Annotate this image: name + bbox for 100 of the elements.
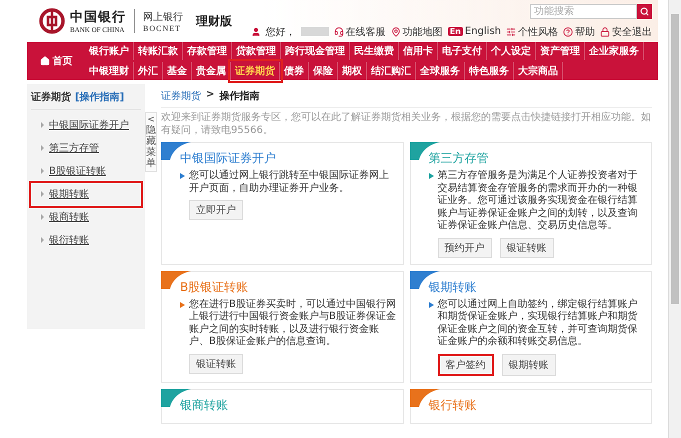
- triangle-icon: [41, 237, 44, 243]
- card-title: B股银证转账: [180, 278, 250, 296]
- nav-item[interactable]: 特色服务: [465, 62, 514, 80]
- nav-item[interactable]: 企业家服务: [585, 42, 644, 60]
- lock-icon: [600, 26, 610, 36]
- nav-item[interactable]: 贵金属: [192, 62, 231, 80]
- nav-item[interactable]: 电子支付: [438, 42, 487, 60]
- triangle-icon: [41, 191, 44, 197]
- card-button[interactable]: 银证转账: [500, 238, 554, 258]
- triangle-icon: [41, 145, 44, 151]
- intro-text: 欢迎来到证券期货服务专区，您可以在此了解证券期货相关业务，根据您的需要点击快捷链接打开相应功能。如有疑问，请致电95566。: [161, 111, 652, 137]
- card-button[interactable]: 立即开户: [189, 200, 243, 220]
- header-link-label: English: [464, 26, 501, 37]
- nav-item[interactable]: 贷款管理: [232, 42, 281, 60]
- header-link[interactable]: 个性风格: [506, 24, 558, 38]
- card-title: 银期转账: [428, 278, 478, 296]
- header-link[interactable]: 功能地图: [390, 24, 443, 38]
- nav-item[interactable]: 中银理财: [85, 62, 134, 80]
- nav-item[interactable]: 大宗商品: [514, 62, 563, 80]
- sidebar-item-label: 银期转账: [49, 188, 89, 201]
- triangle-icon: [41, 214, 44, 220]
- nav-item[interactable]: 存款管理: [183, 42, 232, 60]
- card-description: 您可以通过网上银行跳转至中银国际证券网上开户页面，自助办理证券开户业务。: [189, 170, 390, 195]
- sidebar-title: 证券期货: [31, 90, 71, 104]
- search-icon: [640, 6, 649, 16]
- nav-item[interactable]: 期权: [338, 62, 367, 80]
- sidebar-item[interactable]: 第三方存管: [31, 137, 141, 160]
- scrollbar[interactable]: [668, 0, 681, 438]
- search-field[interactable]: 功能搜索: [530, 4, 637, 18]
- sidebar-item[interactable]: 银商转账: [31, 206, 141, 229]
- home-link[interactable]: 首页: [27, 42, 85, 80]
- card-title: 银商转账: [180, 396, 229, 414]
- product-name-english: BOCNET: [143, 24, 182, 32]
- card-description: 您在进行B股证券买卖时，可以通过中国银行网上银行进行中国银行资金账户与B股证券保证金账户之间的实时转账，以及进行银行资金账户、B股保证金账户的信息查询。: [189, 298, 397, 348]
- search-button[interactable]: [637, 4, 652, 18]
- sidebar-item[interactable]: B股银证转账: [31, 160, 141, 183]
- card-button[interactable]: 预约开户: [438, 238, 492, 258]
- triangle-icon: [41, 122, 44, 128]
- header-link-label: 个性风格: [518, 26, 558, 38]
- sidebar-item-label: B股银证转账: [49, 164, 106, 178]
- breadcrumb-current: 操作指南: [219, 90, 260, 103]
- sidebar-item-label: 第三方存管: [49, 142, 99, 155]
- nav-item[interactable]: 全球服务: [416, 62, 465, 80]
- nav-item[interactable]: 外汇: [134, 62, 163, 80]
- header-link[interactable]: 帮助: [563, 24, 595, 38]
- nav-item[interactable]: 保险: [309, 62, 338, 80]
- nav-item[interactable]: 个人设定: [487, 42, 536, 60]
- sidebar-item-label: 中银国际证券开户: [49, 118, 129, 132]
- bullet-icon: [428, 173, 434, 179]
- help-icon: [563, 26, 573, 36]
- nav-item[interactable]: 结汇购汇: [367, 62, 416, 80]
- bullet-icon: [428, 302, 434, 308]
- card-button[interactable]: 银证转账: [189, 354, 243, 374]
- guide-link[interactable]: [操作指南]: [75, 90, 124, 104]
- nav-item[interactable]: 证券期货: [231, 62, 280, 80]
- sidebar-item[interactable]: 银期转账: [31, 183, 141, 206]
- bullet-icon: [180, 173, 185, 179]
- support-icon: [334, 26, 344, 36]
- nav-item[interactable]: 资产管理: [536, 42, 585, 60]
- card-title: 第三方存管: [428, 150, 490, 167]
- nav-item[interactable]: 转账汇款: [134, 42, 183, 60]
- breadcrumb-separator: >: [206, 89, 214, 102]
- sidebar-item[interactable]: 中银国际证券开户: [31, 114, 141, 137]
- card-description: 您可以通过网上自助签约，绑定银行结算账户和期货保证金账户，实现银行结算账户和期货保证金账户之间的资金互转，并可查询期货保证金账户的余额和转账交易信息。: [438, 298, 638, 348]
- nav-item[interactable]: 基金: [163, 62, 192, 80]
- nav-item[interactable]: 信用卡: [399, 42, 438, 60]
- header-link-label: 安全退出: [612, 26, 652, 38]
- nav-item[interactable]: 跨行现金管理: [281, 42, 350, 60]
- header-link[interactable]: 安全退出: [600, 24, 652, 38]
- sidebar-item[interactable]: 银衍转账: [31, 229, 141, 252]
- nav-item[interactable]: 债券: [280, 62, 309, 80]
- sidebar-item-label: 银衍转账: [49, 234, 89, 247]
- header-link[interactable]: 在线客服: [334, 24, 386, 38]
- home-label: 首页: [52, 54, 72, 68]
- header-link-label: 功能地图: [402, 26, 443, 38]
- home-icon: [40, 56, 50, 66]
- language-badge: En: [448, 27, 463, 36]
- header-link-label: 帮助: [575, 26, 595, 38]
- sidebar-item-label: 银商转账: [49, 210, 89, 224]
- bank-name: 中国银行: [70, 9, 126, 26]
- card-description: 第三方存管服务是为满足个人证券投资者对于交易结算资金存管服务的需求而开办的一种银证业务。您可通过该服务实现资金在银行结算账户与证券保证金账户之间的划转，以及查询证券保证金账户信息、交易历史信息等。: [438, 170, 638, 232]
- card-title: 银行转账: [428, 396, 478, 414]
- product-name: 网上银行: [143, 10, 183, 24]
- breadcrumb-link[interactable]: 证券期货: [161, 89, 201, 103]
- nav-item[interactable]: 银行账户: [85, 42, 134, 60]
- card-title: 中银国际证券开户: [180, 150, 277, 167]
- blurred-username: [300, 27, 329, 36]
- card-button[interactable]: 客户签约: [438, 354, 494, 376]
- map-pin-icon: [390, 26, 401, 36]
- header-link[interactable]: En English: [448, 26, 501, 37]
- sliders-icon: [506, 26, 516, 36]
- greeting: 您好，: [266, 26, 296, 38]
- nav-item[interactable]: 民生缴费: [350, 42, 399, 60]
- bullet-icon: [180, 302, 185, 308]
- card-button[interactable]: 银期转账: [502, 354, 556, 376]
- edition-title: 理财版: [196, 12, 232, 30]
- user-icon: [250, 26, 261, 36]
- hide-menu-tab[interactable]: < 隐藏菜单: [145, 112, 157, 172]
- collapse-arrow: <: [147, 115, 155, 125]
- hide-menu-label: 隐藏菜单: [146, 125, 156, 169]
